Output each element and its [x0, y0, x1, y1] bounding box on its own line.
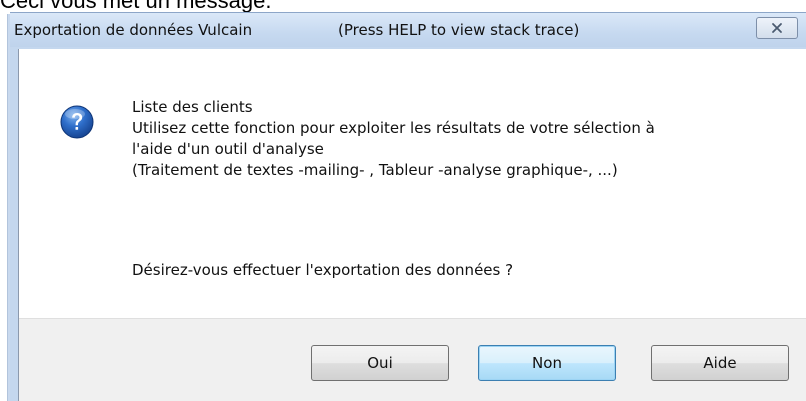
page-caption: Ceci vous met un message. — [0, 0, 272, 13]
window-title: Exportation de données Vulcain — [14, 21, 253, 39]
background-window-edge — [0, 14, 10, 401]
no-button[interactable]: Non — [478, 345, 616, 381]
yes-button[interactable]: Oui — [311, 345, 449, 381]
button-bar: Oui Non Aide — [19, 318, 806, 401]
message-line: (Traitement de textes -mailing- , Tableu… — [132, 161, 618, 179]
message-dialog: Exportation de données Vulcain (Press HE… — [10, 12, 806, 401]
question-icon — [60, 105, 94, 139]
close-button[interactable] — [756, 17, 798, 39]
title-bar[interactable]: Exportation de données Vulcain (Press HE… — [10, 13, 806, 47]
message-line: Liste des clients — [132, 98, 253, 116]
window-title-hint: (Press HELP to view stack trace) — [338, 21, 580, 39]
close-icon — [771, 22, 783, 34]
message-text: Liste des clients Utilisez cette fonctio… — [132, 97, 792, 181]
question-text: Désirez-vous effectuer l'exportation des… — [132, 261, 514, 279]
dialog-content: Liste des clients Utilisez cette fonctio… — [18, 49, 806, 401]
message-line: Utilisez cette fonction pour exploiter l… — [132, 119, 655, 137]
help-button[interactable]: Aide — [651, 345, 789, 381]
message-line: l'aide d'un outil d'analyse — [132, 140, 324, 158]
